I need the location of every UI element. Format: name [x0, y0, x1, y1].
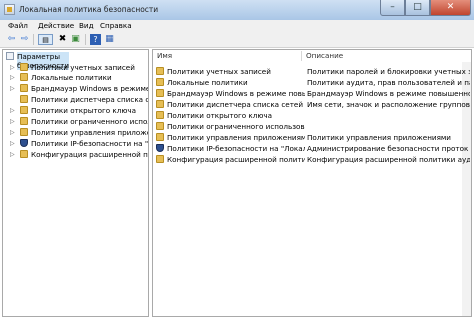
- list-item-name: Конфигурация расширенной политик...: [167, 155, 305, 164]
- folder-icon: [156, 67, 164, 75]
- menu-view[interactable]: Вид: [79, 21, 94, 30]
- menu-file[interactable]: Файл: [8, 21, 28, 30]
- folder-icon: [20, 106, 28, 114]
- back-arrow-icon[interactable]: ⇦: [6, 34, 17, 45]
- menu-bar: Файл Действие Вид Справка: [0, 20, 474, 32]
- list-item-description: Имя сети, значок и расположение группов: [307, 100, 470, 109]
- folder-icon: [156, 111, 164, 119]
- list-item[interactable]: Политики диспетчера списка сетей Имя сет…: [156, 100, 470, 110]
- column-divider[interactable]: [301, 51, 302, 61]
- tree-item-label: Локальные политики: [31, 73, 112, 82]
- expand-icon[interactable]: ▷: [10, 64, 15, 71]
- expand-icon[interactable]: ▷: [10, 118, 15, 125]
- folder-icon: [20, 95, 28, 103]
- expand-icon[interactable]: ▷: [10, 74, 15, 81]
- list-item[interactable]: Конфигурация расширенной политик... Конф…: [156, 155, 470, 165]
- menu-help[interactable]: Справка: [100, 21, 132, 30]
- list-item-description: Брандмауэр Windows в режиме повышенно: [307, 89, 470, 98]
- tree-item-label: Конфигурация расширенной полит: [31, 150, 148, 159]
- list-item-name: Брандмауэр Windows в режиме повы...: [167, 89, 305, 98]
- window-title: Локальная политика безопасности: [19, 5, 159, 14]
- properties-icon[interactable]: ▦: [104, 34, 115, 45]
- close-button[interactable]: ✕: [430, 0, 471, 16]
- folder-icon: [156, 122, 164, 130]
- shield-icon: [156, 144, 164, 152]
- details-list: Имя Описание Политики учетных записей По…: [152, 49, 472, 317]
- list-item-name: Политики управления приложениями: [167, 133, 305, 142]
- list-item[interactable]: Политики управления приложениями Политик…: [156, 133, 470, 143]
- folder-icon: [156, 100, 164, 108]
- console-tree-icon[interactable]: ▤: [38, 34, 53, 45]
- list-item-name: Политики открытого ключа: [167, 111, 273, 120]
- security-settings-icon: [6, 52, 14, 60]
- minimize-button[interactable]: –: [380, 0, 405, 16]
- folder-icon: [156, 89, 164, 97]
- list-item-description: Политики управления приложениями: [307, 133, 451, 142]
- list-item[interactable]: Политики открытого ключа: [156, 111, 470, 121]
- folder-icon: [156, 155, 164, 163]
- list-item[interactable]: Политики IP-безопасности на "Локаль... А…: [156, 144, 470, 154]
- list-item-description: Конфигурация расширенной политики ауди: [307, 155, 470, 164]
- column-header-name[interactable]: Имя: [157, 51, 172, 62]
- maximize-button[interactable]: □: [405, 0, 430, 16]
- toolbar-separator: [85, 34, 86, 45]
- forward-arrow-icon[interactable]: ⇨: [19, 34, 30, 45]
- folder-icon: [20, 73, 28, 81]
- toolbar: ⇦ ⇨ ▤ ✖ ▣ ? ▦: [0, 32, 474, 48]
- expand-icon[interactable]: ▷: [10, 107, 15, 114]
- folder-icon: [20, 84, 28, 92]
- folder-icon: [20, 150, 28, 158]
- console-tree: Параметры безопасности ▷ Политики учетны…: [2, 49, 149, 317]
- list-item-name: Политики ограниченного использов...: [167, 122, 305, 131]
- expand-icon[interactable]: ▷: [10, 129, 15, 136]
- list-item-name: Локальные политики: [167, 78, 248, 87]
- delete-icon[interactable]: ✖: [57, 34, 68, 45]
- menu-action[interactable]: Действие: [38, 21, 74, 30]
- tree-item-label: Политики открытого ключа: [31, 106, 137, 115]
- folder-icon: [156, 78, 164, 86]
- export-list-icon[interactable]: ▣: [70, 34, 81, 45]
- folder-icon: [20, 128, 28, 136]
- tree-item-label: Политики IP-безопасности на "Лок: [31, 139, 149, 148]
- shield-icon: [20, 139, 28, 147]
- tree-item-label: Политики диспетчера списка сетей: [31, 95, 149, 104]
- list-item[interactable]: Политики ограниченного использов...: [156, 122, 470, 132]
- expand-icon[interactable]: ▷: [10, 85, 15, 92]
- list-item-description: Политики паролей и блокировки учетных за: [307, 67, 470, 76]
- expand-icon[interactable]: ▷: [10, 151, 15, 158]
- list-item[interactable]: Политики учетных записей Политики пароле…: [156, 67, 470, 77]
- list-item-name: Политики учетных записей: [167, 67, 271, 76]
- toolbar-separator: [33, 34, 34, 45]
- expand-icon[interactable]: ▷: [10, 140, 15, 147]
- app-icon: [4, 4, 15, 15]
- list-item[interactable]: Брандмауэр Windows в режиме повы... Бран…: [156, 89, 470, 99]
- folder-icon: [20, 117, 28, 125]
- list-item-description: Администрирование безопасности проток: [307, 144, 469, 153]
- folder-icon: [20, 63, 28, 71]
- column-header-description[interactable]: Описание: [306, 51, 343, 62]
- list-item-name: Политики IP-безопасности на "Локаль...: [167, 144, 305, 153]
- tree-item-label: Политики ограниченного использо: [31, 117, 148, 126]
- tree-item-label: Политики учетных записей: [31, 63, 135, 72]
- window: Локальная политика безопасности – □ ✕ Фа…: [0, 0, 474, 319]
- list-item-name: Политики диспетчера списка сетей: [167, 100, 304, 109]
- list-item-description: Политики аудита, прав пользователей и па…: [307, 78, 470, 87]
- title-bar: Локальная политика безопасности – □ ✕: [0, 0, 474, 20]
- list-item[interactable]: Локальные политики Политики аудита, прав…: [156, 78, 470, 88]
- tree-item-label: Брандмауэр Windows в режиме пов: [31, 84, 149, 93]
- help-icon[interactable]: ?: [90, 34, 101, 45]
- folder-icon: [156, 133, 164, 141]
- tree-item-label: Политики управления приложения: [31, 128, 148, 137]
